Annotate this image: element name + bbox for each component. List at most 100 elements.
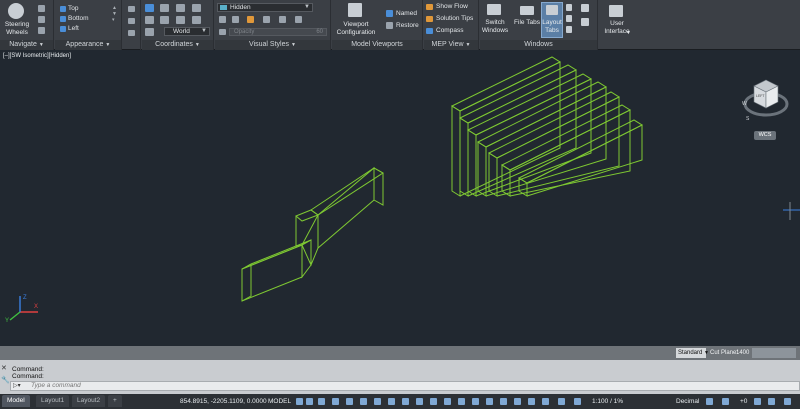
- ucs-icon-2[interactable]: [160, 4, 169, 12]
- zoom-icon[interactable]: [38, 27, 45, 34]
- transparency-toggle-icon[interactable]: [416, 398, 423, 405]
- mep-view-panel-title[interactable]: MEP View ▼: [424, 40, 478, 50]
- user-interface-icon[interactable]: [609, 5, 623, 17]
- workspace-icon[interactable]: [542, 398, 549, 405]
- infer-toggle-icon[interactable]: [318, 398, 325, 405]
- units-icon[interactable]: [574, 398, 581, 405]
- face-settings-icon[interactable]: [232, 16, 239, 23]
- status-toggle-icons[interactable]: [752, 348, 796, 358]
- layout-tabs-button[interactable]: Layout Tabs: [541, 19, 563, 35]
- model-space-button[interactable]: MODEL: [268, 396, 291, 407]
- material-settings-icon[interactable]: [279, 16, 286, 23]
- command-prompt-icon[interactable]: ▷▾: [13, 382, 21, 390]
- tile-horizontal-icon[interactable]: [566, 4, 572, 11]
- object-snap-icon[interactable]: [388, 398, 395, 405]
- ucs-icon-7[interactable]: [176, 16, 185, 24]
- object-snap-tracking-icon[interactable]: [374, 398, 381, 405]
- pan-icon[interactable]: [38, 5, 45, 12]
- drawing-viewport[interactable]: [–][SW Isometric][Hidden] X Z Y W S LEFT…: [0, 50, 800, 346]
- command-input[interactable]: ▷▾ Type a command: [10, 381, 800, 391]
- cad-drawing[interactable]: X Z Y: [0, 50, 800, 346]
- render-tool-icon[interactable]: [128, 6, 135, 12]
- restore-button[interactable]: Restore: [396, 22, 419, 30]
- grid-toggle-icon[interactable]: [296, 398, 303, 405]
- view-top[interactable]: Top: [68, 5, 78, 13]
- file-tabs-icon[interactable]: [520, 6, 534, 15]
- file-tabs-button[interactable]: File Tabs: [512, 19, 542, 27]
- selection-cycling-icon[interactable]: [430, 398, 437, 405]
- ucs-icon-8[interactable]: [192, 16, 201, 24]
- units-dropdown[interactable]: Decimal: [676, 396, 699, 407]
- edge-settings-icon[interactable]: [219, 16, 226, 23]
- lineweight-toggle-icon[interactable]: [402, 398, 409, 405]
- tab-layout2[interactable]: Layout2: [72, 395, 106, 407]
- units-chevron-icon[interactable]: [706, 398, 713, 405]
- layout-tabs-icon[interactable]: [546, 5, 558, 15]
- navigate-panel-title[interactable]: Navigate ▼: [0, 40, 53, 50]
- texture-settings-icon[interactable]: [295, 16, 302, 23]
- shadow-settings-icon[interactable]: [263, 16, 270, 23]
- isodraft-toggle-icon[interactable]: [360, 398, 367, 405]
- dynamic-ucs-icon[interactable]: [458, 398, 465, 405]
- tab-layout1[interactable]: Layout1: [36, 395, 70, 407]
- view-list-scroll-icon[interactable]: ▲ ▼ ▾: [112, 5, 117, 23]
- wcs-menu-button[interactable]: WCS: [754, 131, 776, 140]
- named-button[interactable]: Named: [396, 10, 417, 18]
- tile-vertical-icon[interactable]: [566, 15, 572, 22]
- switch-windows-button[interactable]: Switch Windows: [481, 19, 509, 35]
- annotation-monitor-icon[interactable]: [558, 398, 565, 405]
- coordinates-readout[interactable]: 854.8915, -2205.1109, 0.0000: [180, 396, 267, 407]
- viewport-config-icon[interactable]: [348, 3, 362, 17]
- appearance-panel-title[interactable]: Appearance ▼: [55, 40, 121, 50]
- solution-tips-button[interactable]: Solution Tips: [436, 15, 473, 23]
- ucs-dropdown[interactable]: World ▼: [164, 27, 210, 36]
- window-arrange-icon[interactable]: [581, 4, 589, 12]
- view-left[interactable]: Left: [68, 25, 79, 33]
- switch-windows-icon[interactable]: [487, 4, 501, 15]
- model-viewports-panel-title[interactable]: Model Viewports: [332, 40, 422, 50]
- close-icon[interactable]: ✕: [1, 364, 7, 372]
- hardware-acceleration-icon[interactable]: [768, 398, 775, 405]
- ortho-toggle-icon[interactable]: [332, 398, 339, 405]
- compass-button[interactable]: Compass: [436, 27, 463, 35]
- ucs-icon-4[interactable]: [192, 4, 201, 12]
- cascade-icon[interactable]: [566, 26, 572, 33]
- steering-wheel-icon[interactable]: [8, 3, 24, 19]
- windows-panel-title[interactable]: Windows: [480, 40, 597, 50]
- opacity-slider[interactable]: Opacity 60: [229, 28, 327, 36]
- auto-scale-icon[interactable]: [514, 398, 521, 405]
- view-bottom[interactable]: Bottom: [68, 15, 89, 23]
- color-settings-icon[interactable]: [247, 16, 254, 23]
- wrench-icon[interactable]: 🔧: [1, 376, 10, 384]
- quick-properties-icon[interactable]: [722, 398, 729, 405]
- viewcube[interactable]: W S LEFT: [740, 74, 790, 128]
- annotation-visibility-icon[interactable]: [500, 398, 507, 405]
- tab-model[interactable]: Model: [2, 395, 30, 407]
- isolate-objects-icon[interactable]: [754, 398, 761, 405]
- add-layout-tab[interactable]: +: [108, 395, 122, 407]
- viewcube-face-label[interactable]: LEFT: [756, 94, 765, 98]
- polar-toggle-icon[interactable]: [346, 398, 353, 405]
- coordinates-panel-title[interactable]: Coordinates ▼: [142, 40, 213, 50]
- gizmo-icon[interactable]: [486, 398, 493, 405]
- annotation-scale-icon[interactable]: [528, 398, 535, 405]
- user-interface-chevron-icon[interactable]: ▼: [626, 29, 631, 37]
- visual-style-dropdown[interactable]: Hidden ▼: [217, 3, 313, 12]
- orbit-icon[interactable]: [38, 16, 45, 23]
- ucs-icon-5[interactable]: [145, 16, 154, 24]
- annotation-scale-dropdown[interactable]: Standard ▼: [676, 348, 709, 358]
- ucs-icon-6[interactable]: [160, 16, 169, 24]
- shade-tool-icon[interactable]: [128, 18, 135, 24]
- selection-filter-icon[interactable]: [472, 398, 479, 405]
- cut-plane-value[interactable]: 1400: [736, 348, 749, 358]
- light-tool-icon[interactable]: [128, 30, 135, 36]
- scale-readout[interactable]: 1:100 / 1%: [592, 396, 623, 407]
- window-grid-icon[interactable]: [581, 18, 589, 26]
- show-flow-button[interactable]: Show Flow: [436, 3, 468, 11]
- visual-styles-panel-title[interactable]: Visual Styles ▼: [215, 40, 330, 50]
- elevation-readout[interactable]: +0: [740, 396, 747, 407]
- steering-wheels-button[interactable]: Steering Wheels: [2, 21, 32, 37]
- ucs-icon-1[interactable]: [145, 4, 154, 12]
- customization-menu-icon[interactable]: [784, 398, 791, 405]
- 3d-osnap-icon[interactable]: [444, 398, 451, 405]
